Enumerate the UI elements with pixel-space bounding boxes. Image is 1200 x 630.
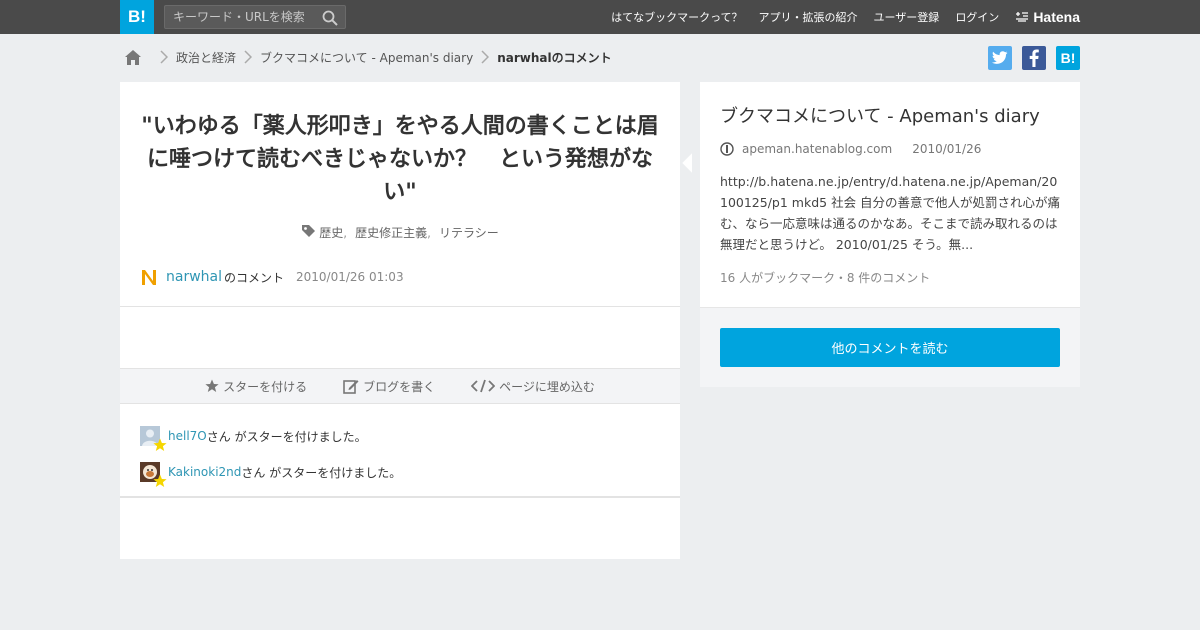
star-text: さん がスターを付けました。 [241,465,402,480]
star-list-item: Kakinoki2nd さん がスターを付けました。 [140,460,660,487]
author-username[interactable]: narwhal [166,269,222,285]
tag-separator: , [427,226,431,240]
tag-link[interactable]: 歴史修正主義 [355,226,427,240]
facebook-share-button[interactable] [1022,46,1046,70]
star-user-avatar[interactable] [140,426,167,451]
hatena-logo-icon [1016,12,1029,22]
comment-text: "いわゆる「薬人形叩き」をやる人間の書くことは眉に唾つけて読むべきじゃないか？ … [141,114,659,205]
entry-card-footer: 他のコメントを読む [700,307,1080,387]
tag-list: 歴史, 歴史修正主義, リテラシー [120,224,680,241]
home-icon[interactable] [124,49,142,66]
nav-login[interactable]: ログイン [955,9,999,25]
star-icon [153,438,167,451]
write-blog-button[interactable]: ブログを書く [343,378,435,395]
star-list-item: hell7O さん がスターを付けました。 [140,424,660,451]
author-suffix: のコメント [224,270,285,285]
entry-title[interactable]: ブクマコメについて - Apeman's diary [720,102,1040,128]
divider [120,496,680,498]
tag-icon [302,225,316,237]
hatena-share-button[interactable]: B! [1056,46,1080,70]
star-icon [153,474,167,487]
entry-description: http://b.hatena.ne.jp/entry/d.hatena.ne.… [720,174,1061,252]
comment-card: "いわゆる「薬人形叩き」をやる人間の書くことは眉に唾つけて読むべきじゃないか？ … [120,82,680,559]
card-pointer [680,150,692,176]
breadcrumb-category[interactable]: 政治と経済 [176,49,236,66]
chevron-right-icon [244,50,253,64]
site-favicon-icon [720,142,734,156]
top-navigation: はてなブックマークって？ アプリ・拡張の紹介 ユーザー登録 ログイン Haten… [595,0,1080,34]
search-box [164,5,346,29]
twitter-share-button[interactable] [988,46,1012,70]
star-user-avatar[interactable] [140,462,167,487]
write-blog-label: ブログを書く [363,379,436,394]
action-bar: スターを付ける ブログを書く ページに埋め込む [120,368,680,404]
embed-label: ページに埋め込む [499,379,595,394]
tag-link[interactable]: 歴史 [319,226,343,240]
comment-author: narwhal のコメント 2010/01/26 01:03 [140,267,404,287]
breadcrumb-entry[interactable]: ブクマコメについて - Apeman's diary [260,49,473,66]
tag-link[interactable]: リテラシー [439,226,499,240]
hatena-brand-text: Hatena [1033,9,1080,25]
share-buttons: B! [988,46,1080,70]
embed-button[interactable]: ページに埋め込む [471,378,595,395]
hatena-bookmark-logo[interactable]: B! [120,0,154,34]
chevron-right-icon [481,50,490,64]
star-list: hell7O さん がスターを付けました。 Kakinoki2nd さん がスタ… [140,424,660,496]
twitter-icon [992,51,1008,64]
divider [120,306,680,307]
breadcrumb: 政治と経済 ブクマコメについて - Apeman's diary narwhal… [124,47,612,67]
chevron-right-icon [160,50,168,64]
nav-about[interactable]: はてなブックマークって？ [611,9,742,25]
read-more-comments-button[interactable]: 他のコメントを読む [720,328,1060,367]
facebook-icon [1029,49,1039,67]
entry-card: ブクマコメについて - Apeman's diary apeman.hatena… [700,82,1080,387]
add-star-label: スターを付ける [223,379,308,394]
bookmark-count[interactable]: 16 人がブックマーク・8 件のコメント [720,269,930,286]
entry-meta: apeman.hatenablog.com 2010/01/26 [720,142,981,156]
comment-timestamp: 2010/01/26 01:03 [296,270,404,284]
breadcrumb-current: narwhalのコメント [497,50,612,65]
search-input[interactable] [165,6,315,28]
nav-register[interactable]: ユーザー登録 [874,9,940,25]
hatena-brand[interactable]: Hatena [1015,9,1080,25]
top-header: B! はてなブックマークって？ アプリ・拡張の紹介 ユーザー登録 ログイン Ha… [0,0,1200,34]
star-text: さん がスターを付けました。 [206,429,367,444]
nav-apps[interactable]: アプリ・拡張の紹介 [759,9,858,25]
search-icon[interactable] [322,10,338,26]
code-icon [471,379,496,393]
edit-icon [343,380,359,394]
entry-date: 2010/01/26 [912,142,982,156]
entry-domain[interactable]: apeman.hatenablog.com [742,142,892,156]
star-username[interactable]: hell7O [168,429,207,443]
add-star-button[interactable]: スターを付ける [205,378,307,395]
star-icon [205,379,219,392]
tag-separator: , [343,226,348,240]
star-username[interactable]: Kakinoki2nd [168,465,241,479]
user-avatar[interactable] [140,268,158,286]
